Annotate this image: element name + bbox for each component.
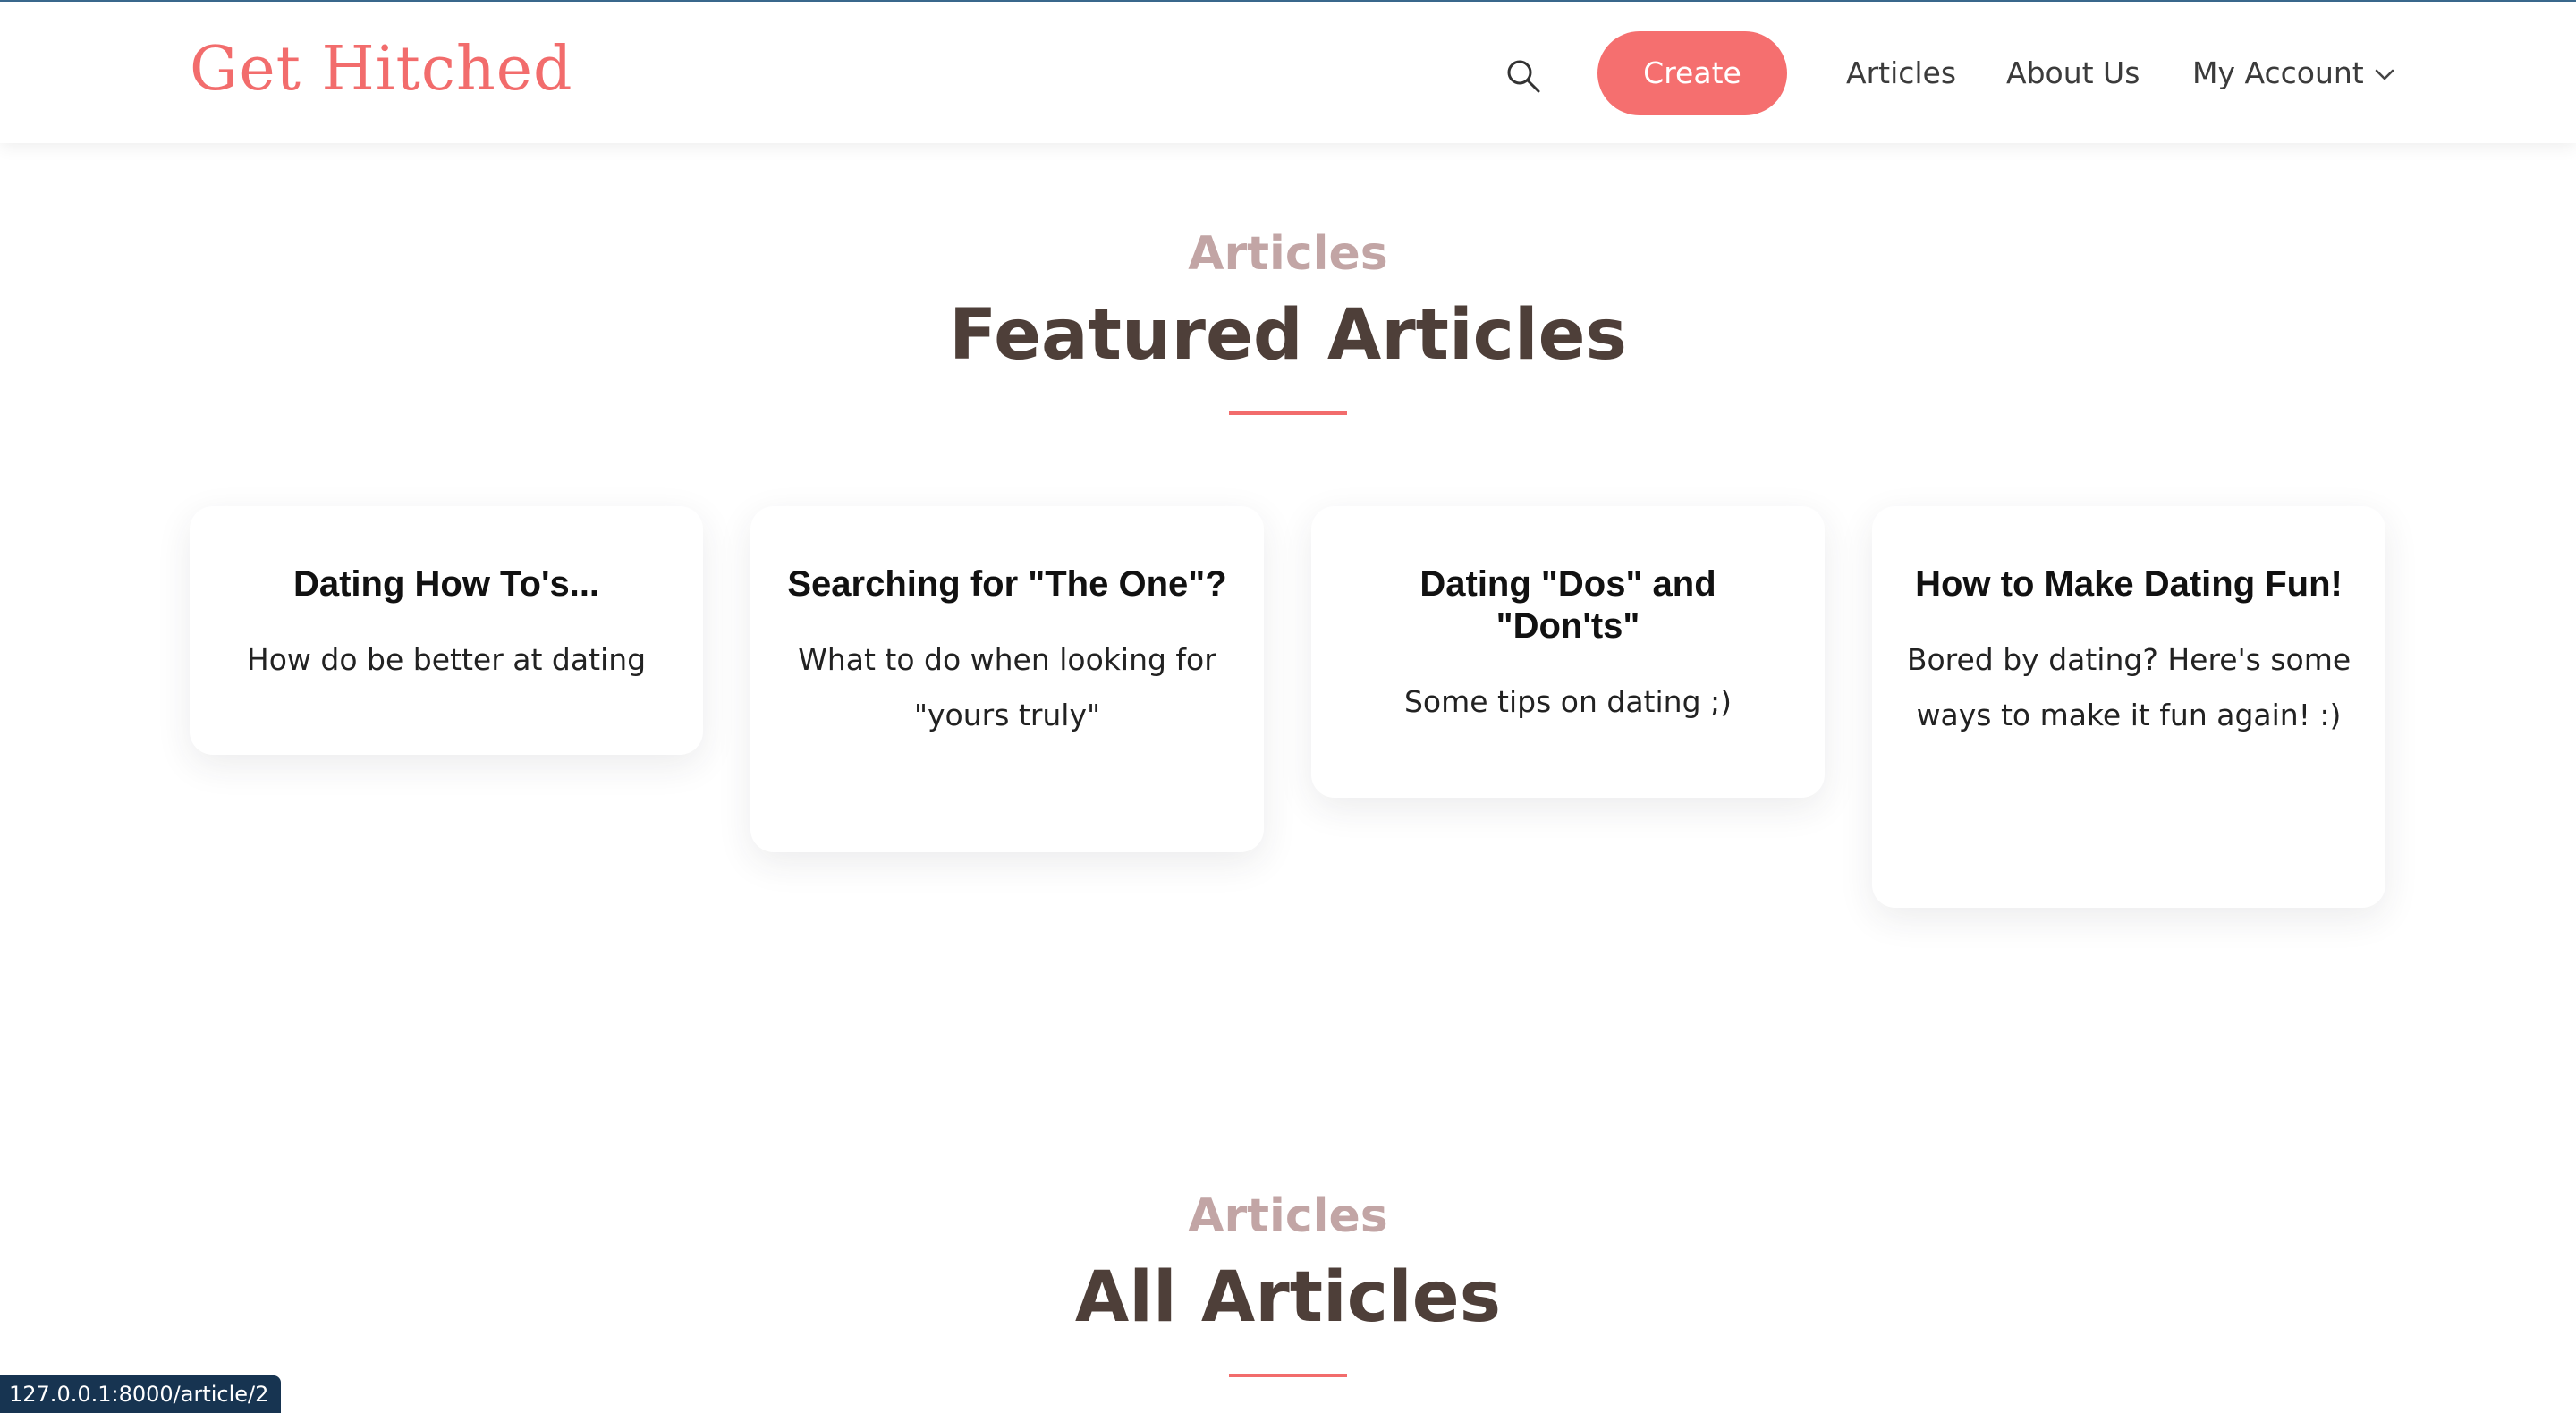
article-card[interactable]: Dating How To's... How do be better at d… xyxy=(190,506,703,755)
site-header: Get Hitched Create Articles About Us My … xyxy=(0,2,2576,143)
featured-section-title: Featured Articles xyxy=(949,295,1627,376)
article-card-title: Dating How To's... xyxy=(292,564,600,604)
article-card-title: Dating "Dos" and "Don'ts" xyxy=(1419,564,1716,646)
search-icon[interactable] xyxy=(1504,57,1542,95)
nav-articles-link[interactable]: Articles xyxy=(1846,52,1956,95)
article-card-description: Bored by dating? Here's some ways to mak… xyxy=(1906,642,2351,732)
article-card[interactable]: How to Make Dating Fun! Bored by dating?… xyxy=(1872,506,2385,908)
nav-my-account-label: My Account xyxy=(2192,55,2364,90)
featured-section-divider xyxy=(1229,411,1347,415)
article-card-description: How do be better at dating xyxy=(246,642,647,677)
article-card[interactable]: Searching for "The One"? What to do when… xyxy=(750,506,1264,852)
nav-about-us-link[interactable]: About Us xyxy=(2006,52,2140,95)
article-card-title: How to Make Dating Fun! xyxy=(1915,564,2343,604)
featured-section-subtitle: Articles xyxy=(1188,227,1388,281)
chevron-down-icon xyxy=(2375,69,2394,80)
article-card-description: What to do when looking for "yours truly… xyxy=(798,642,1216,732)
browser-status-url: 127.0.0.1:8000/article/2 xyxy=(0,1375,282,1413)
article-card[interactable]: Dating "Dos" and "Don'ts" Some tips on d… xyxy=(1311,506,1825,798)
all-articles-divider xyxy=(1229,1374,1347,1377)
create-button[interactable]: Create xyxy=(1597,31,1787,115)
all-articles-subtitle: Articles xyxy=(1188,1189,1388,1243)
site-logo[interactable]: Get Hitched xyxy=(190,34,573,105)
nav-my-account-dropdown[interactable]: My Account xyxy=(2192,52,2394,95)
all-articles-title: All Articles xyxy=(1074,1257,1502,1338)
article-card-title: Searching for "The One"? xyxy=(787,564,1227,604)
article-card-description: Some tips on dating ;) xyxy=(1403,684,1733,719)
